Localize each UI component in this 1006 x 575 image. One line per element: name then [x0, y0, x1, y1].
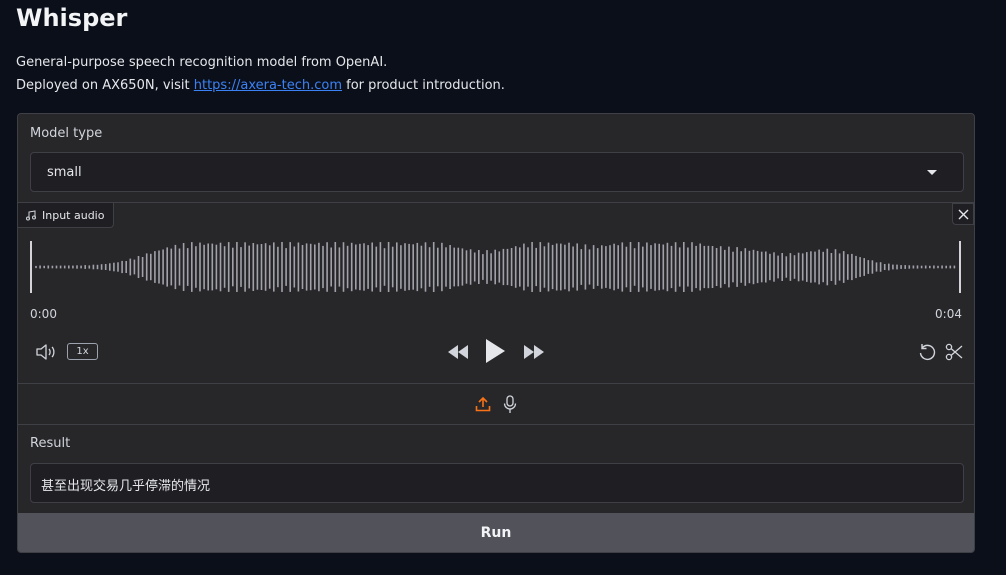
upload-button[interactable]: [474, 395, 492, 413]
upload-icon: [475, 396, 491, 412]
page-title: Whisper: [16, 4, 128, 32]
result-textbox[interactable]: 甚至出现交易几乎停滞的情况: [30, 463, 964, 503]
result-label: Result: [30, 436, 71, 451]
time-duration: 0:04: [935, 307, 962, 321]
description-line-2: Deployed on AX650N, visit https://axera-…: [16, 78, 505, 93]
audio-input-section: Input audio 0:00 0:04 1x: [18, 202, 974, 383]
scissors-icon: [945, 343, 963, 361]
input-audio-text: Input audio: [42, 208, 105, 222]
audio-source-row: [18, 383, 974, 425]
audio-waveform[interactable]: [30, 239, 962, 295]
play-icon: [486, 339, 505, 363]
model-type-value: small: [47, 165, 82, 180]
playback-speed-button[interactable]: 1x: [67, 343, 98, 360]
model-type-dropdown[interactable]: small: [30, 152, 964, 192]
rewind-icon: [448, 345, 468, 359]
microphone-button[interactable]: [502, 394, 518, 414]
music-note-icon: [26, 209, 36, 220]
clear-audio-button[interactable]: [952, 203, 974, 225]
description-prefix: Deployed on AX650N, visit: [16, 78, 194, 93]
undo-icon: [919, 344, 936, 361]
model-type-label: Model type: [30, 126, 103, 141]
close-icon: [958, 209, 968, 219]
microphone-icon: [503, 394, 517, 413]
result-text: 甚至出现交易几乎停滞的情况: [41, 479, 211, 494]
input-audio-label: Input audio: [18, 203, 115, 228]
volume-button[interactable]: [34, 342, 58, 362]
volume-icon: [36, 344, 55, 360]
chevron-down-icon: [927, 170, 937, 175]
fast-forward-icon: [524, 345, 544, 359]
rewind-button[interactable]: [446, 343, 470, 361]
interface-panel: Model type small Input audio 0:00 0:04 1…: [17, 113, 975, 553]
undo-button[interactable]: [917, 342, 937, 362]
play-button[interactable]: [483, 337, 507, 365]
trim-button[interactable]: [944, 342, 964, 362]
description-line-1: General-purpose speech recognition model…: [16, 55, 388, 70]
product-link[interactable]: https://axera-tech.com: [194, 78, 342, 93]
time-current: 0:00: [30, 307, 57, 321]
fast-forward-button[interactable]: [522, 343, 546, 361]
description-suffix: for product introduction.: [342, 78, 505, 93]
run-button[interactable]: Run: [18, 513, 974, 552]
